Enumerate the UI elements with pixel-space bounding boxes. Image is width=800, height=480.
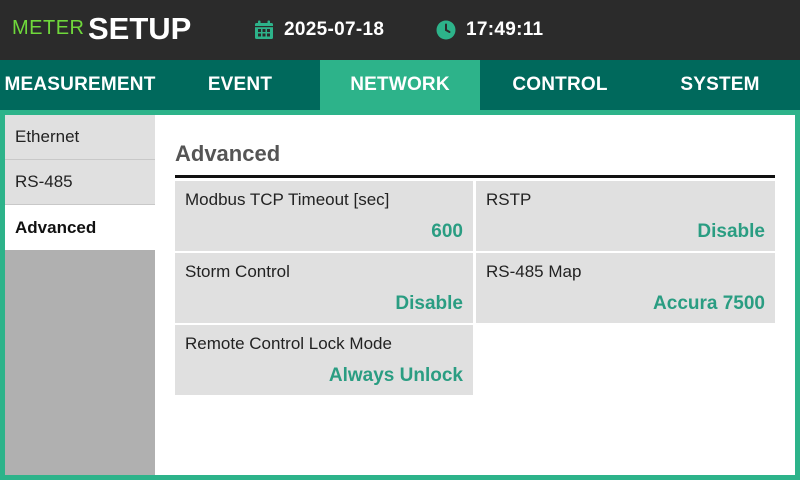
brand-subtitle: METER — [12, 17, 85, 39]
content-frame: Ethernet RS-485 Advanced Advanced Modbus… — [0, 110, 800, 480]
sidebar-item-ethernet[interactable]: Ethernet — [5, 115, 155, 160]
tab-network[interactable]: NETWORK — [320, 60, 480, 110]
sidebar-item-advanced[interactable]: Advanced — [5, 205, 155, 250]
settings-panel: Advanced Modbus TCP Timeout [sec] 600 RS… — [155, 115, 795, 475]
main-tab-bar: MEASUREMENT EVENT NETWORK CONTROL SYSTEM — [0, 60, 800, 110]
setting-label: Storm Control — [185, 262, 290, 281]
date-text: 2025-07-18 — [284, 19, 385, 40]
setting-value: 600 — [431, 221, 463, 242]
setting-rstp[interactable]: RSTP Disable — [476, 181, 775, 251]
tab-event[interactable]: EVENT — [160, 60, 320, 110]
setting-label: Remote Control Lock Mode — [185, 334, 392, 353]
tab-control[interactable]: CONTROL — [480, 60, 640, 110]
time-text: 17:49:11 — [466, 19, 544, 40]
setting-modbus-tcp-timeout[interactable]: Modbus TCP Timeout [sec] 600 — [175, 181, 473, 251]
setting-label: RSTP — [486, 190, 532, 209]
setting-value: Always Unlock — [328, 365, 463, 386]
setting-rs485-map[interactable]: RS-485 Map Accura 7500 — [476, 253, 775, 323]
tab-system[interactable]: SYSTEM — [640, 60, 800, 110]
setting-label: Modbus TCP Timeout [sec] — [185, 190, 390, 209]
setting-remote-control-lock-mode[interactable]: Remote Control Lock Mode Always Unlock — [175, 325, 473, 395]
setting-label: RS-485 Map — [486, 262, 582, 281]
setting-value: Disable — [395, 293, 463, 314]
setting-value: Disable — [697, 221, 765, 242]
title-divider — [175, 175, 775, 178]
calendar-icon — [254, 20, 274, 40]
setting-value: Accura 7500 — [653, 293, 765, 314]
section-title: Advanced — [175, 141, 281, 166]
setting-storm-control[interactable]: Storm Control Disable — [175, 253, 473, 323]
date-display: 2025-07-18 — [254, 17, 384, 43]
header-bar: METER SETUP 2025-07-18 17:49:11 — [0, 0, 800, 60]
time-display: 17:49:11 — [436, 17, 543, 43]
sidebar: Ethernet RS-485 Advanced — [5, 115, 155, 475]
page-title: SETUP — [88, 11, 192, 46]
sidebar-item-rs485[interactable]: RS-485 — [5, 160, 155, 205]
clock-icon — [436, 20, 456, 40]
tab-measurement[interactable]: MEASUREMENT — [0, 60, 160, 110]
